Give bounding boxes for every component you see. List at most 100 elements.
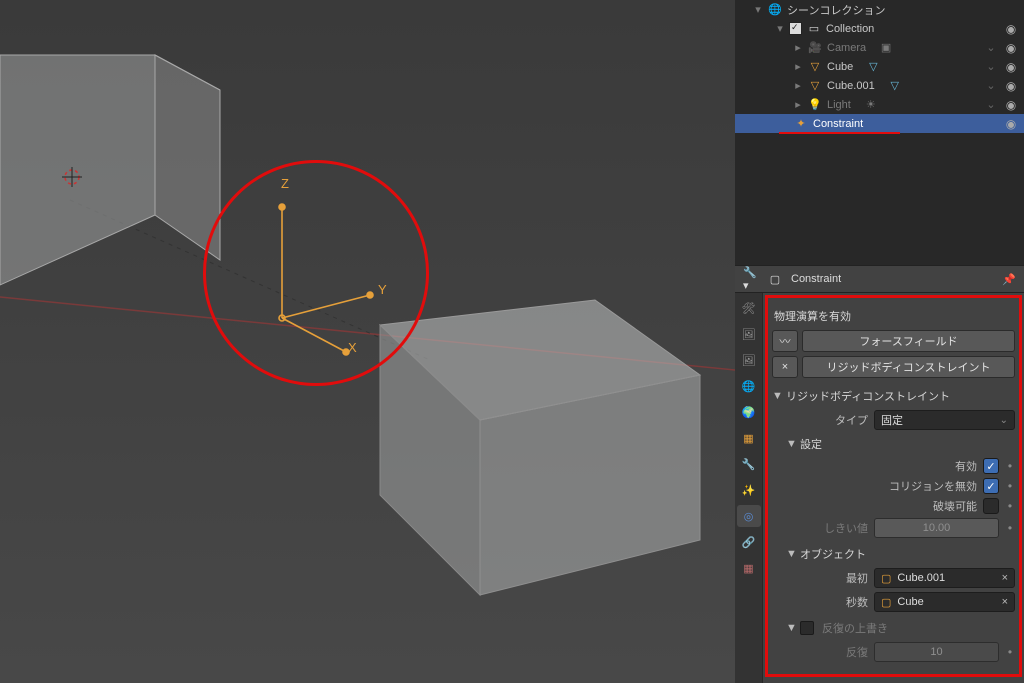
object2-value: Cube — [897, 596, 923, 608]
force-field-icon[interactable]: 〰 — [772, 330, 798, 352]
visibility-icon[interactable]: ◉ — [1002, 98, 1020, 112]
properties-tabstrip: 🛠 🖼 🖼 🌐 🌍 ▦ 🔧 ✨ ◎ 🔗 ▦ — [735, 293, 763, 683]
outliner-collection[interactable]: ▾ ▭ Collection ◉ — [735, 19, 1024, 38]
clear-icon[interactable]: × — [1002, 596, 1008, 608]
mesh-icon: ▽ — [807, 78, 823, 94]
override-enable-checkbox[interactable] — [800, 621, 814, 635]
breakable-label: 破壊可能 — [782, 498, 977, 514]
visibility-icon[interactable]: ◉ — [1002, 60, 1020, 74]
scene-collection-label: シーンコレクション — [787, 2, 885, 18]
object-icon: ▢ — [881, 572, 891, 585]
collection-icon: ▭ — [806, 21, 822, 37]
object2-field[interactable]: ▢ Cube × — [874, 592, 1015, 612]
keyframe-dot[interactable]: • — [1005, 499, 1015, 513]
pin-icon[interactable]: 📌 — [1002, 273, 1016, 286]
tab-particles[interactable]: ✨ — [737, 479, 761, 501]
restrict-icon[interactable]: ⌄ — [984, 60, 998, 73]
restrict-icon[interactable]: ⌄ — [984, 79, 998, 92]
mesh-icon: ▽ — [807, 59, 823, 75]
chevron-down-icon: ⌄ — [1000, 415, 1008, 426]
context-object-label: Constraint — [791, 273, 841, 285]
override-label: 反復の上書き — [822, 620, 888, 636]
tab-output[interactable]: 🖼 — [737, 323, 761, 345]
object1-field[interactable]: ▢ Cube.001 × — [874, 568, 1015, 588]
enabled-label: 有効 — [782, 458, 977, 474]
outliner-scene-collection[interactable]: ▾ 🌐 シーンコレクション — [735, 0, 1024, 19]
keyframe-dot[interactable]: • — [1005, 479, 1015, 493]
physics-panel: 物理演算を有効 〰 フォースフィールド × リジッドボディコンストレイント ▼ … — [763, 293, 1024, 683]
rbc-panel-title: リジッドボディコンストレイント — [786, 388, 950, 404]
outliner-panel[interactable]: ▾ 🌐 シーンコレクション ▾ ▭ Collection ◉ ▸ 🎥 Camer… — [735, 0, 1024, 265]
keyframe-dot[interactable]: • — [1005, 645, 1015, 659]
tab-physics[interactable]: ◎ — [737, 505, 761, 527]
outliner-item-label: Camera — [827, 42, 866, 54]
visibility-icon[interactable]: ◉ — [1002, 41, 1020, 55]
breakable-checkbox[interactable] — [983, 498, 999, 514]
objects-header[interactable]: ▼ オブジェクト — [772, 544, 1015, 564]
threshold-value: 10.00 — [923, 522, 951, 534]
threshold-field[interactable]: 10.00 — [874, 518, 999, 538]
mesh-data-icon: ▽ — [865, 59, 881, 75]
disable-collisions-checkbox[interactable] — [983, 478, 999, 494]
disclosure-icon[interactable]: ▸ — [793, 60, 803, 73]
disclosure-icon[interactable]: ▾ — [775, 22, 785, 35]
collection-checkbox[interactable] — [789, 22, 802, 35]
tab-data[interactable]: ▦ — [737, 557, 761, 579]
enabled-checkbox[interactable] — [983, 458, 999, 474]
type-dropdown[interactable]: 固定 ⌄ — [874, 410, 1015, 430]
rigid-body-constraint-button[interactable]: リジッドボディコンストレイント — [802, 356, 1015, 378]
outliner-item-label: Cube — [827, 61, 853, 73]
object1-label: 最初 — [782, 570, 868, 586]
iterations-field[interactable]: 10 — [874, 642, 999, 662]
outliner-item-cube001[interactable]: ▸ ▽ Cube.001 ▽ ⌄ ◉ — [735, 76, 1024, 95]
disclosure-icon[interactable]: ▸ — [793, 79, 803, 92]
tab-world[interactable]: 🌍 — [737, 401, 761, 423]
tab-object[interactable]: ▦ — [737, 427, 761, 449]
outliner-item-cube[interactable]: ▸ ▽ Cube ▽ ⌄ ◉ — [735, 57, 1024, 76]
object1-value: Cube.001 — [897, 572, 945, 584]
context-object-icon: ▢ — [767, 271, 783, 287]
disclosure-icon[interactable]: ▾ — [753, 3, 763, 16]
settings-label: 設定 — [800, 436, 822, 452]
viewport-3d[interactable]: Z Y X — [0, 0, 735, 683]
outliner-item-light[interactable]: ▸ 💡 Light ☀ ⌄ ◉ — [735, 95, 1024, 114]
outliner-item-label: Cube.001 — [827, 80, 875, 92]
keyframe-dot[interactable]: • — [1005, 521, 1015, 535]
clear-icon[interactable]: × — [1002, 572, 1008, 584]
override-header[interactable]: ▼ 反復の上書き — [772, 618, 1015, 638]
disable-collisions-label: コリジョンを無効 — [782, 478, 977, 494]
object-icon: ▢ — [881, 596, 891, 609]
type-value: 固定 — [881, 412, 903, 428]
iterations-label: 反復 — [782, 644, 868, 660]
tab-constraints[interactable]: 🔗 — [737, 531, 761, 553]
restrict-icon[interactable]: ⌄ — [984, 98, 998, 111]
empty-icon: ✦ — [793, 116, 809, 132]
disclosure-icon[interactable]: ▸ — [793, 41, 803, 54]
outliner-item-label: Constraint — [813, 118, 863, 130]
axis-y-label: Y — [378, 282, 387, 297]
disclosure-icon[interactable]: ▸ — [793, 98, 803, 111]
tab-modifiers[interactable]: 🔧 — [737, 453, 761, 475]
outliner-item-constraint[interactable]: ✦ Constraint ◉ — [735, 114, 1024, 133]
force-field-button[interactable]: フォースフィールド — [802, 330, 1015, 352]
visibility-icon[interactable]: ◉ — [1002, 117, 1020, 131]
restrict-icon[interactable]: ⌄ — [984, 41, 998, 54]
tab-render[interactable]: 🛠 — [737, 297, 761, 319]
remove-rbc-button[interactable]: × — [772, 356, 798, 378]
light-icon: 💡 — [807, 97, 823, 113]
threshold-label: しきい値 — [782, 520, 868, 536]
rbc-panel-header[interactable]: ▼ リジッドボディコンストレイント — [772, 386, 1015, 406]
camera-icon: 🎥 — [807, 40, 823, 56]
axis-x-label: X — [348, 340, 357, 355]
keyframe-dot[interactable]: • — [1005, 459, 1015, 473]
iterations-value: 10 — [930, 646, 942, 658]
visibility-icon[interactable]: ◉ — [1002, 22, 1020, 36]
tab-scene[interactable]: 🌐 — [737, 375, 761, 397]
scene-collection-icon: 🌐 — [767, 2, 783, 18]
settings-header[interactable]: ▼ 設定 — [772, 434, 1015, 454]
outliner-item-camera[interactable]: ▸ 🎥 Camera ▣ ⌄ ◉ — [735, 38, 1024, 57]
light-data-icon: ☀ — [863, 97, 879, 113]
properties-editor-icon[interactable]: 🔧▾ — [743, 271, 759, 287]
visibility-icon[interactable]: ◉ — [1002, 79, 1020, 93]
tab-viewlayer[interactable]: 🖼 — [737, 349, 761, 371]
